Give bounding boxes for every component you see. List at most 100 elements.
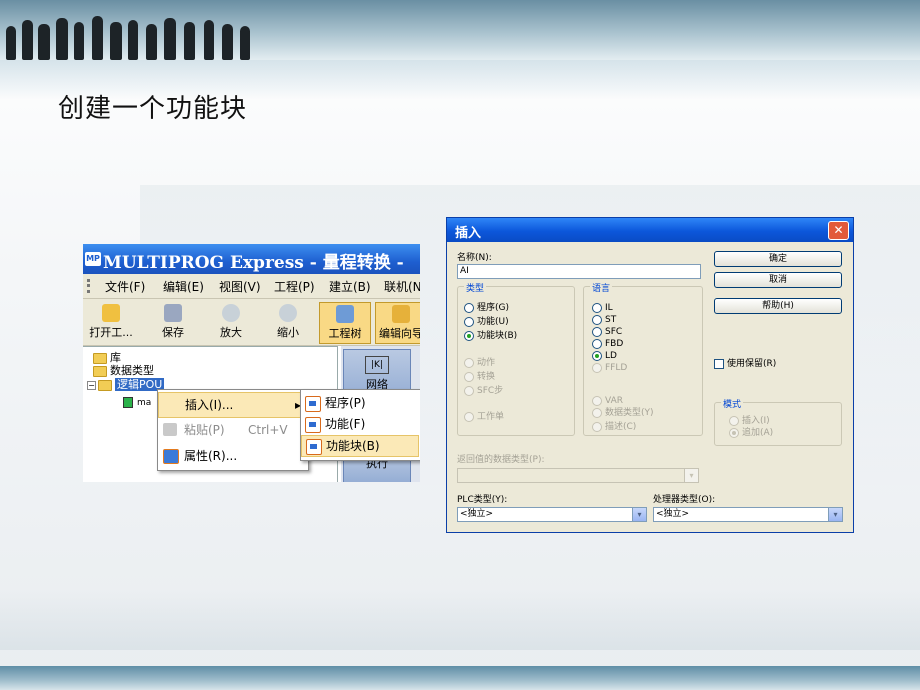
open-project-button[interactable]: 打开工... <box>86 302 136 342</box>
app-titlebar: MP MULTIPROG Express - 量程转换 - <box>83 244 420 274</box>
plc-type-select[interactable]: <独立> ▾ <box>457 507 647 522</box>
menu-project[interactable]: 工程(P) <box>274 278 315 295</box>
mode-append-radio[interactable]: 追加(A) <box>729 427 773 439</box>
save-button[interactable]: 保存 <box>153 302 193 342</box>
ok-button[interactable]: 确定 <box>714 251 842 267</box>
radio-icon <box>464 357 474 368</box>
menu-view[interactable]: 视图(V) <box>219 278 261 295</box>
menu-build[interactable]: 建立(B) <box>329 278 371 295</box>
type-worksheet-radio[interactable]: 工作单 <box>464 411 504 423</box>
app-toolbar: 打开工... 保存 放大 缩小 工程树 编辑向导 <box>83 299 420 346</box>
type-action-radio[interactable]: 动作 <box>464 357 495 369</box>
close-icon[interactable]: ✕ <box>828 221 849 240</box>
lang-description-radio[interactable]: 描述(C) <box>592 421 636 433</box>
menu-file[interactable]: 文件(F) <box>105 278 145 295</box>
lang-ffld-radio[interactable]: FFLD <box>592 362 627 374</box>
zoom-in-button[interactable]: 放大 <box>211 302 251 342</box>
radio-icon <box>592 362 602 373</box>
function-block-icon <box>306 439 322 455</box>
radio-icon <box>592 395 602 406</box>
radio-icon <box>464 302 474 313</box>
return-type-select[interactable]: ▾ <box>457 468 699 483</box>
tree-item-datatypes[interactable]: 数据类型 <box>93 364 154 378</box>
save-disk-icon <box>164 304 182 322</box>
paste-icon <box>163 423 177 436</box>
dialog-title: 插入 <box>455 226 482 241</box>
submenu-program[interactable]: 程序(P) <box>301 393 419 413</box>
dialog-titlebar: 插入 ✕ <box>447 218 853 242</box>
name-input[interactable]: AI <box>457 264 701 279</box>
use-retain-checkbox[interactable]: 使用保留(R) <box>714 358 776 370</box>
lang-il-radio[interactable]: IL <box>592 302 613 314</box>
function-icon <box>305 417 321 433</box>
lang-var-radio[interactable]: VAR <box>592 395 623 407</box>
folder-icon <box>93 352 107 364</box>
context-menu-insert[interactable]: 插入(I)... ▸ <box>158 392 310 418</box>
radio-icon <box>592 338 602 349</box>
open-folder-icon <box>102 304 120 322</box>
radio-checked-icon <box>592 350 602 361</box>
submenu-function[interactable]: 功能(F) <box>301 414 419 434</box>
wizard-wand-icon <box>392 305 410 323</box>
menubar-grip-icon <box>87 279 100 293</box>
background-band-lower <box>0 590 920 650</box>
type-transition-radio[interactable]: 转换 <box>464 371 495 383</box>
tree-item-logic-pou[interactable]: − 逻辑POU <box>87 378 165 392</box>
tree-item-library[interactable]: 库 <box>93 351 121 365</box>
dropdown-arrow-icon: ▾ <box>632 508 646 521</box>
type-sfc-step-radio[interactable]: SFC步 <box>464 385 503 397</box>
network-icon: |K| <box>365 356 389 374</box>
collapse-icon[interactable]: − <box>87 380 96 390</box>
radio-icon <box>729 415 739 426</box>
cancel-button[interactable]: 取消 <box>714 272 842 288</box>
name-label: 名称(N): <box>457 253 492 263</box>
properties-icon <box>163 449 179 464</box>
multiprog-app-icon: MP <box>85 252 101 266</box>
project-tree-button[interactable]: 工程树 <box>319 302 371 344</box>
type-function-radio[interactable]: 功能(U) <box>464 316 509 328</box>
context-menu-properties[interactable]: 属性(R)... <box>158 444 308 468</box>
lang-datatype-radio[interactable]: 数据类型(Y) <box>592 407 654 419</box>
context-menu-paste[interactable]: 粘贴(P) Ctrl+V <box>158 418 308 442</box>
header-banner <box>0 0 920 60</box>
edit-wizard-button[interactable]: 编辑向导 <box>375 302 420 344</box>
app-window-title: MULTIPROG Express - 量程转换 - <box>103 253 404 273</box>
processor-type-label: 处理器类型(O): <box>653 495 716 505</box>
radio-icon <box>592 326 602 337</box>
zoom-in-icon <box>222 304 240 322</box>
insert-dialog: 插入 ✕ 名称(N): AI 确定 取消 帮助(H) 类型 程序(G) 功能(U… <box>446 217 854 533</box>
type-function-block-radio[interactable]: 功能块(B) <box>464 330 517 342</box>
dropdown-arrow-icon: ▾ <box>684 469 698 482</box>
app-menubar: 文件(F) 编辑(E) 视图(V) 工程(P) 建立(B) 联机(N <box>83 274 420 299</box>
zoom-out-button[interactable]: 缩小 <box>268 302 308 342</box>
radio-checked-icon <box>729 427 739 438</box>
radio-icon <box>592 407 602 418</box>
return-type-label: 返回值的数据类型(P): <box>457 455 545 465</box>
insert-submenu: 程序(P) 功能(F) 功能块(B) <box>300 389 420 461</box>
tree-item-main[interactable]: ma <box>123 395 151 409</box>
folder-icon <box>93 365 107 377</box>
checkbox-icon <box>714 358 724 369</box>
radio-checked-icon <box>464 330 474 341</box>
lang-sfc-radio[interactable]: SFC <box>592 326 622 338</box>
submenu-function-block[interactable]: 功能块(B) <box>301 435 419 457</box>
type-program-radio[interactable]: 程序(G) <box>464 302 509 314</box>
language-group: 语言 IL ST SFC FBD LD FFLD VAR 数据类型(Y) 描述(… <box>583 281 703 436</box>
menu-online[interactable]: 联机(N <box>384 278 420 295</box>
slide-title: 创建一个功能块 <box>58 94 248 124</box>
type-group: 类型 程序(G) 功能(U) 功能块(B) 动作 转换 SFC步 工作单 <box>457 281 575 436</box>
program-icon <box>305 396 321 412</box>
folder-icon <box>98 379 112 391</box>
zoom-out-icon <box>279 304 297 322</box>
lang-st-radio[interactable]: ST <box>592 314 616 326</box>
lang-ld-radio[interactable]: LD <box>592 350 617 362</box>
processor-type-select[interactable]: <独立> ▾ <box>653 507 843 522</box>
radio-icon <box>592 314 602 325</box>
plc-type-label: PLC类型(Y): <box>457 495 508 505</box>
mode-insert-radio[interactable]: 插入(I) <box>729 415 770 427</box>
lang-fbd-radio[interactable]: FBD <box>592 338 623 350</box>
pou-icon <box>123 396 133 408</box>
radio-icon <box>592 421 602 432</box>
menu-edit[interactable]: 编辑(E) <box>163 278 204 295</box>
help-button[interactable]: 帮助(H) <box>714 298 842 314</box>
